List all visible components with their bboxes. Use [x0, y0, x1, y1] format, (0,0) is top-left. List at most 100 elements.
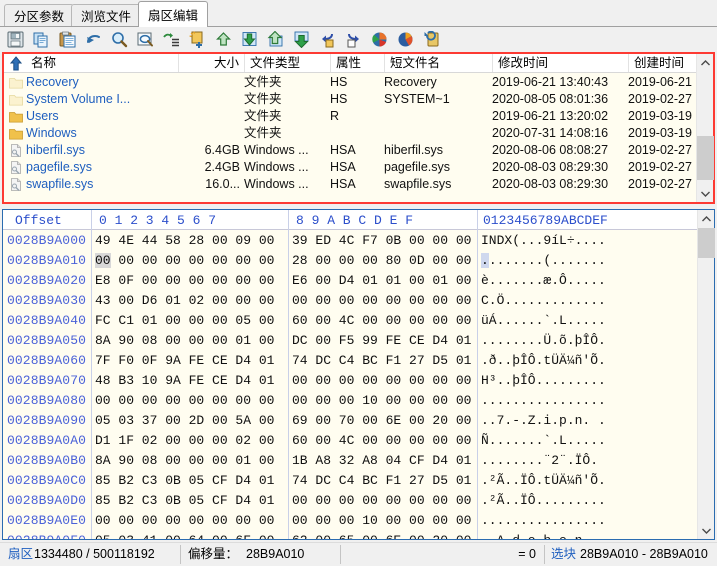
hex-row[interactable]: 0028B9A020E8 0F 00 00 00 00 00 00E6 00 D… — [3, 271, 699, 291]
undo-button[interactable] — [83, 29, 104, 50]
hex-row[interactable]: 0028B9A040FC C1 01 00 00 00 05 0060 00 4… — [3, 311, 699, 331]
hex-bytes-left[interactable]: FC C1 01 00 00 00 05 00 — [95, 311, 274, 331]
hex-bytes-left[interactable]: 7F F0 0F 9A FE CE D4 01 — [95, 351, 274, 371]
hex-bytes-right[interactable]: 60 00 4C 00 00 00 00 00 — [292, 431, 471, 451]
hex-bytes-left[interactable]: D1 1F 02 00 00 00 02 00 — [95, 431, 274, 451]
back-jump-button[interactable] — [317, 29, 338, 50]
hex-bytes-right[interactable]: 69 00 70 00 6E 00 20 00 — [292, 411, 471, 431]
hex-ascii[interactable]: üÁ......`.L..... — [481, 311, 606, 331]
hex-scrollbar[interactable] — [697, 210, 714, 539]
next-sector-button[interactable] — [239, 29, 260, 50]
hex-row[interactable]: 0028B9A0A0D1 1F 02 00 00 00 02 0060 00 4… — [3, 431, 699, 451]
paste-button[interactable] — [57, 29, 78, 50]
hex-ascii[interactable]: ........Ü.õ.þÎÔ. — [481, 331, 606, 351]
hex-bytes-left[interactable]: 8A 90 08 00 00 00 01 00 — [95, 331, 274, 351]
hex-bytes-right[interactable]: 00 00 00 10 00 00 00 00 — [292, 511, 471, 531]
hex-ascii[interactable]: .ð..þÎÔ.tÜÄ¼ñ'Õ. — [481, 351, 606, 371]
hex-ascii[interactable]: ..7.-.Z.i.p.n. . — [481, 411, 606, 431]
file-row[interactable]: pagefile.sys2.4GBWindows ...HSApagefile.… — [4, 159, 694, 176]
tab-browse-files[interactable]: 浏览文件 — [71, 4, 141, 27]
hex-ascii[interactable]: H³..þÎÔ......... — [481, 371, 606, 391]
hex-ascii[interactable]: ................ — [481, 511, 606, 531]
hex-row[interactable]: 0028B9A0B08A 90 08 00 00 00 01 001B A8 3… — [3, 451, 699, 471]
hex-bytes-right[interactable]: 00 00 00 00 00 00 00 00 — [292, 491, 471, 511]
hex-row[interactable]: 0028B9A0E000 00 00 00 00 00 00 0000 00 0… — [3, 511, 699, 531]
hex-row[interactable]: 0028B9A01000 00 00 00 00 00 00 0028 00 0… — [3, 251, 699, 271]
hex-bytes-left[interactable]: 8A 90 08 00 00 00 01 00 — [95, 451, 274, 471]
prev-sector-button[interactable] — [213, 29, 234, 50]
new-template-button[interactable] — [187, 29, 208, 50]
tab-partition-params[interactable]: 分区参数 — [4, 4, 74, 27]
hex-bytes-right[interactable]: 74 DC C4 BC F1 27 D5 01 — [292, 471, 471, 491]
hex-ascii[interactable]: ................ — [481, 391, 606, 411]
hex-row[interactable]: 0028B9A0D085 B2 C3 0B 05 CF D4 0100 00 0… — [3, 491, 699, 511]
save-button[interactable] — [5, 29, 26, 50]
tab-sector-edit[interactable]: 扇区编辑 — [138, 1, 208, 27]
refresh-disk-button[interactable] — [421, 29, 442, 50]
hex-row[interactable]: 0028B9A0607F F0 0F 9A FE CE D4 0174 DC C… — [3, 351, 699, 371]
hex-bytes-left[interactable]: 05 03 37 00 2D 00 5A 00 — [95, 411, 274, 431]
hex-scroll-thumb[interactable] — [698, 228, 715, 258]
hex-bytes-right[interactable]: E6 00 D4 01 01 00 01 00 — [292, 271, 471, 291]
hex-bytes-right[interactable]: 60 00 4C 00 00 00 00 00 — [292, 311, 471, 331]
last-sector-button[interactable] — [291, 29, 312, 50]
file-row[interactable]: Windows文件夹2020-07-31 14:08:162019-03-19 … — [4, 125, 694, 142]
hex-ascii[interactable]: ..A.d.o.b.e.n. . — [481, 531, 606, 539]
column-header-size[interactable]: 大小 — [178, 54, 244, 73]
hex-bytes-left[interactable]: 48 B3 10 9A FE CE D4 01 — [95, 371, 274, 391]
file-row[interactable]: Recovery文件夹HSRecovery2019-06-21 13:40:43… — [4, 74, 694, 91]
hex-bytes-right[interactable]: 1B A8 32 A8 04 CF D4 01 — [292, 451, 471, 471]
column-header-name[interactable]: 名称 — [26, 54, 178, 73]
hex-row[interactable]: 0028B9A03043 00 D6 01 02 00 00 0000 00 0… — [3, 291, 699, 311]
hex-ascii[interactable]: .²Ã..ÏÔ.tÜÄ¼ñ'Õ. — [481, 471, 606, 491]
hex-rows-container[interactable]: 0028B9A00049 4E 44 58 28 00 09 0039 ED 4… — [3, 230, 714, 539]
hex-scroll-down-arrow-icon[interactable] — [698, 522, 715, 539]
hex-bytes-right[interactable]: 28 00 00 00 80 0D 00 00 — [292, 251, 471, 271]
disk-usage-button[interactable] — [395, 29, 416, 50]
partition-map-button[interactable] — [369, 29, 390, 50]
copy-button[interactable] — [31, 29, 52, 50]
hex-row[interactable]: 0028B9A0F005 03 41 00 64 00 6F 0062 00 6… — [3, 531, 699, 539]
hex-row[interactable]: 0028B9A0C085 B2 C3 0B 05 CF D4 0174 DC C… — [3, 471, 699, 491]
hex-bytes-right[interactable]: 00 00 00 00 00 00 00 00 — [292, 371, 471, 391]
first-sector-button[interactable] — [265, 29, 286, 50]
search-button[interactable] — [109, 29, 130, 50]
file-row[interactable]: Users文件夹R2019-06-21 13:20:022019-03-19 1… — [4, 108, 694, 125]
hex-ascii[interactable]: C.Ö............. — [481, 291, 606, 311]
hex-bytes-left[interactable]: 00 00 00 00 00 00 00 00 — [95, 251, 274, 271]
scroll-down-arrow-icon[interactable] — [697, 185, 714, 202]
hex-ascii[interactable]: ........¨2¨.ÏÔ. — [481, 451, 598, 471]
hex-bytes-left[interactable]: 85 B2 C3 0B 05 CF D4 01 — [95, 491, 274, 511]
hex-ascii[interactable]: è.......æ.Ô..... — [481, 271, 606, 291]
forward-jump-button[interactable] — [343, 29, 364, 50]
hex-bytes-right[interactable]: 62 00 65 00 6E 00 20 00 — [292, 531, 471, 539]
file-row[interactable]: hiberfil.sys6.4GBWindows ...HSAhiberfil.… — [4, 142, 694, 159]
hex-bytes-left[interactable]: 00 00 00 00 00 00 00 00 — [95, 391, 274, 411]
scroll-up-arrow-icon[interactable] — [697, 54, 714, 71]
hex-bytes-right[interactable]: DC 00 F5 99 FE CE D4 01 — [292, 331, 471, 351]
hex-bytes-left[interactable]: E8 0F 00 00 00 00 00 00 — [95, 271, 274, 291]
find-again-button[interactable] — [135, 29, 156, 50]
hex-bytes-right[interactable]: 00 00 00 00 00 00 00 00 — [292, 291, 471, 311]
hex-bytes-left[interactable]: 49 4E 44 58 28 00 09 00 — [95, 231, 274, 251]
hex-ascii[interactable]: INDX(...9íL÷.... — [481, 231, 606, 251]
scroll-thumb[interactable] — [697, 136, 714, 180]
hex-ascii[interactable]: .²Ã..ÏÔ......... — [481, 491, 606, 511]
file-row[interactable]: System Volume I...文件夹HSSYSTEM~12020-08-0… — [4, 91, 694, 108]
column-header-mtime[interactable]: 修改时间 — [492, 54, 628, 73]
hex-bytes-left[interactable]: 05 03 41 00 64 00 6F 00 — [95, 531, 274, 539]
hex-row[interactable]: 0028B9A08000 00 00 00 00 00 00 0000 00 0… — [3, 391, 699, 411]
column-header-short[interactable]: 短文件名 — [384, 54, 492, 73]
hex-bytes-left[interactable]: 85 B2 C3 0B 05 CF D4 01 — [95, 471, 274, 491]
column-header-attr[interactable]: 属性 — [330, 54, 384, 73]
hex-bytes-left[interactable]: 00 00 00 00 00 00 00 00 — [95, 511, 274, 531]
hex-row[interactable]: 0028B9A00049 4E 44 58 28 00 09 0039 ED 4… — [3, 231, 699, 251]
hex-bytes-right[interactable]: 74 DC C4 BC F1 27 D5 01 — [292, 351, 471, 371]
goto-sector-button[interactable] — [161, 29, 182, 50]
hex-row[interactable]: 0028B9A09005 03 37 00 2D 00 5A 0069 00 7… — [3, 411, 699, 431]
hex-bytes-left[interactable]: 43 00 D6 01 02 00 00 00 — [95, 291, 274, 311]
file-list-scrollbar[interactable] — [696, 54, 713, 202]
column-header-type[interactable]: 文件类型 — [244, 54, 330, 73]
hex-ascii[interactable]: Ñ.......`.L..... — [481, 431, 606, 451]
hex-row[interactable]: 0028B9A07048 B3 10 9A FE CE D4 0100 00 0… — [3, 371, 699, 391]
